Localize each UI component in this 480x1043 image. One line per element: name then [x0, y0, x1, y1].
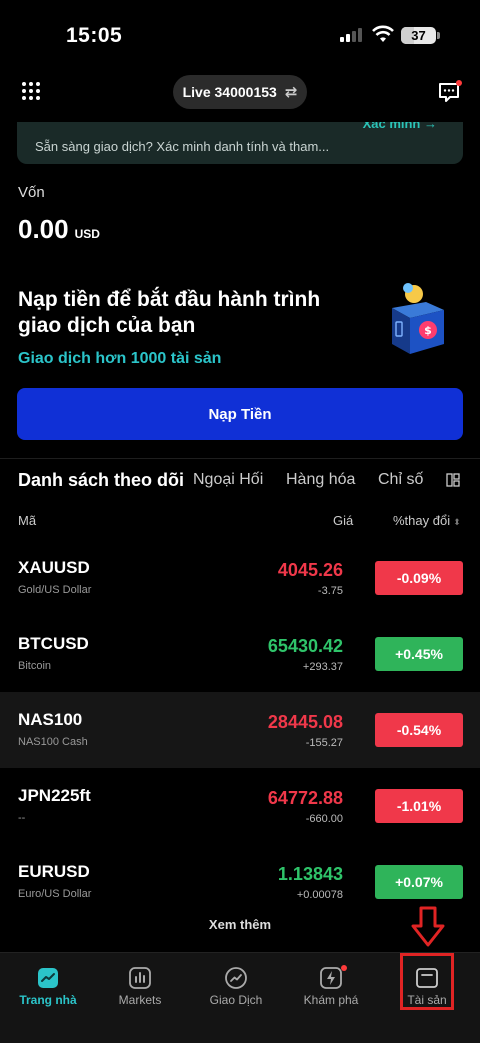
nav-trade[interactable]: Giao Dịch [188, 953, 284, 1023]
row-desc: NAS100 Cash [18, 736, 88, 748]
battery-nub [437, 32, 440, 39]
nav-home[interactable]: Trang nhà [0, 953, 96, 1023]
nav-label: Trang nhà [19, 993, 77, 1007]
row-change: +0.00078 [296, 889, 343, 901]
notification-dot [341, 965, 347, 971]
capital-label: Vốn [18, 184, 45, 201]
row-desc: Gold/US Dollar [18, 584, 92, 596]
nav-label: Giao Dịch [209, 993, 263, 1007]
row-price: 1.13843 [277, 864, 343, 884]
verify-link[interactable]: Xác minh → [363, 122, 437, 131]
row-desc: Euro/US Dollar [18, 888, 92, 900]
row-desc: Bitcoin [18, 660, 52, 672]
capital-value: 0.00 USD [18, 214, 100, 245]
row-change: +293.37 [302, 661, 343, 673]
row-desc: -- [18, 812, 26, 824]
capital-amount: 0.00 [18, 214, 69, 244]
tab-watchlist[interactable]: Danh sách theo dõi [18, 470, 184, 491]
table-row[interactable]: EURUSD Euro/US Dollar 1.13843 +0.00078 +… [0, 844, 480, 920]
table-row[interactable]: BTCUSD Bitcoin 65430.42 +293.37 +0.45% [0, 616, 480, 692]
account-switcher[interactable]: Live 34000153 ⇄ [173, 75, 307, 109]
notification-dot [456, 80, 462, 86]
battery-icon: 37 [401, 27, 436, 44]
row-price: 65430.42 [267, 636, 343, 656]
bar-chart-icon [129, 967, 151, 989]
section-divider [0, 458, 480, 459]
explore-icon [320, 967, 342, 989]
deposit-title: Nạp tiền để bắt đầu hành trình giao dịch… [18, 288, 321, 337]
verify-banner[interactable]: Xác minh → Sẵn sàng giao dịch? Xác minh … [17, 122, 463, 164]
nav-label: Khám phá [303, 993, 359, 1007]
status-bar: 15:05 37 [0, 0, 480, 70]
apps-grid-icon[interactable] [22, 82, 40, 100]
deposit-subtitle: Giao dịch hơn 1000 tài sản [18, 350, 222, 367]
row-change: -3.75 [317, 585, 343, 597]
header-symbol: Mã [18, 513, 37, 528]
watchlist-tabs: Danh sách theo dõi Ngoại Hối Hàng hóa Ch… [0, 470, 480, 494]
row-pct-badge[interactable]: -0.54% [375, 713, 463, 747]
tab-forex[interactable]: Ngoại Hối [193, 471, 263, 489]
swap-icon: ⇄ [284, 84, 298, 101]
row-change: -155.27 [305, 737, 343, 749]
wifi-icon [372, 25, 394, 42]
row-symbol: JPN225ft [18, 786, 91, 805]
tab-indices[interactable]: Chỉ số [378, 471, 423, 489]
verify-text: Sẵn sàng giao dịch? Xác minh danh tính v… [35, 139, 330, 154]
row-symbol: XAUUSD [18, 558, 90, 577]
row-pct-badge[interactable]: -1.01% [375, 789, 463, 823]
row-pct-badge[interactable]: +0.45% [375, 637, 463, 671]
table-row[interactable]: NAS100 NAS100 Cash 28445.08 -155.27 -0.5… [0, 692, 480, 768]
table-row[interactable]: JPN225ft -- 64772.88 -660.00 -1.01% [0, 768, 480, 844]
money-box-illustration: $ [392, 283, 444, 354]
row-symbol: NAS100 [18, 710, 83, 729]
header-change-pct[interactable]: %thay đổi ⬍ [393, 513, 461, 528]
row-price: 64772.88 [267, 788, 343, 808]
svg-text:$: $ [424, 324, 432, 337]
header-change-pct-label: %thay đổi [393, 513, 451, 528]
row-pct-badge[interactable]: -0.09% [375, 561, 463, 595]
nav-label: Markets [118, 993, 162, 1007]
annotation-arrow-icon [411, 906, 445, 947]
row-symbol: BTCUSD [18, 634, 89, 653]
table-row[interactable]: XAUUSD Gold/US Dollar 4045.26 -3.75 -0.0… [0, 540, 480, 616]
annotation-highlight-box [400, 953, 454, 1010]
capital-currency: USD [74, 227, 100, 241]
home-chart-icon [38, 968, 58, 988]
account-label: Live 34000153 [182, 84, 277, 100]
row-price: 4045.26 [277, 560, 343, 580]
tab-commodities[interactable]: Hàng hóa [286, 471, 355, 489]
header-price: Giá [333, 513, 354, 528]
nav-markets[interactable]: Markets [92, 953, 188, 1023]
battery-level: 37 [411, 28, 426, 43]
signal-icon [340, 28, 364, 42]
row-change: -660.00 [305, 813, 343, 825]
sort-icon: ⬍ [453, 517, 461, 527]
row-price: 28445.08 [267, 712, 343, 732]
top-bar: Live 34000153 ⇄ [0, 70, 480, 114]
status-time: 15:05 [66, 24, 123, 47]
trade-chart-icon [225, 967, 247, 989]
row-pct-badge[interactable]: +0.07% [375, 865, 463, 899]
layout-toggle-icon[interactable] [446, 473, 460, 487]
deposit-button[interactable]: Nạp Tiền [17, 388, 463, 440]
nav-explore[interactable]: Khám phá [283, 953, 379, 1023]
row-symbol: EURUSD [18, 862, 90, 881]
see-more-link[interactable]: Xem thêm [0, 917, 480, 932]
